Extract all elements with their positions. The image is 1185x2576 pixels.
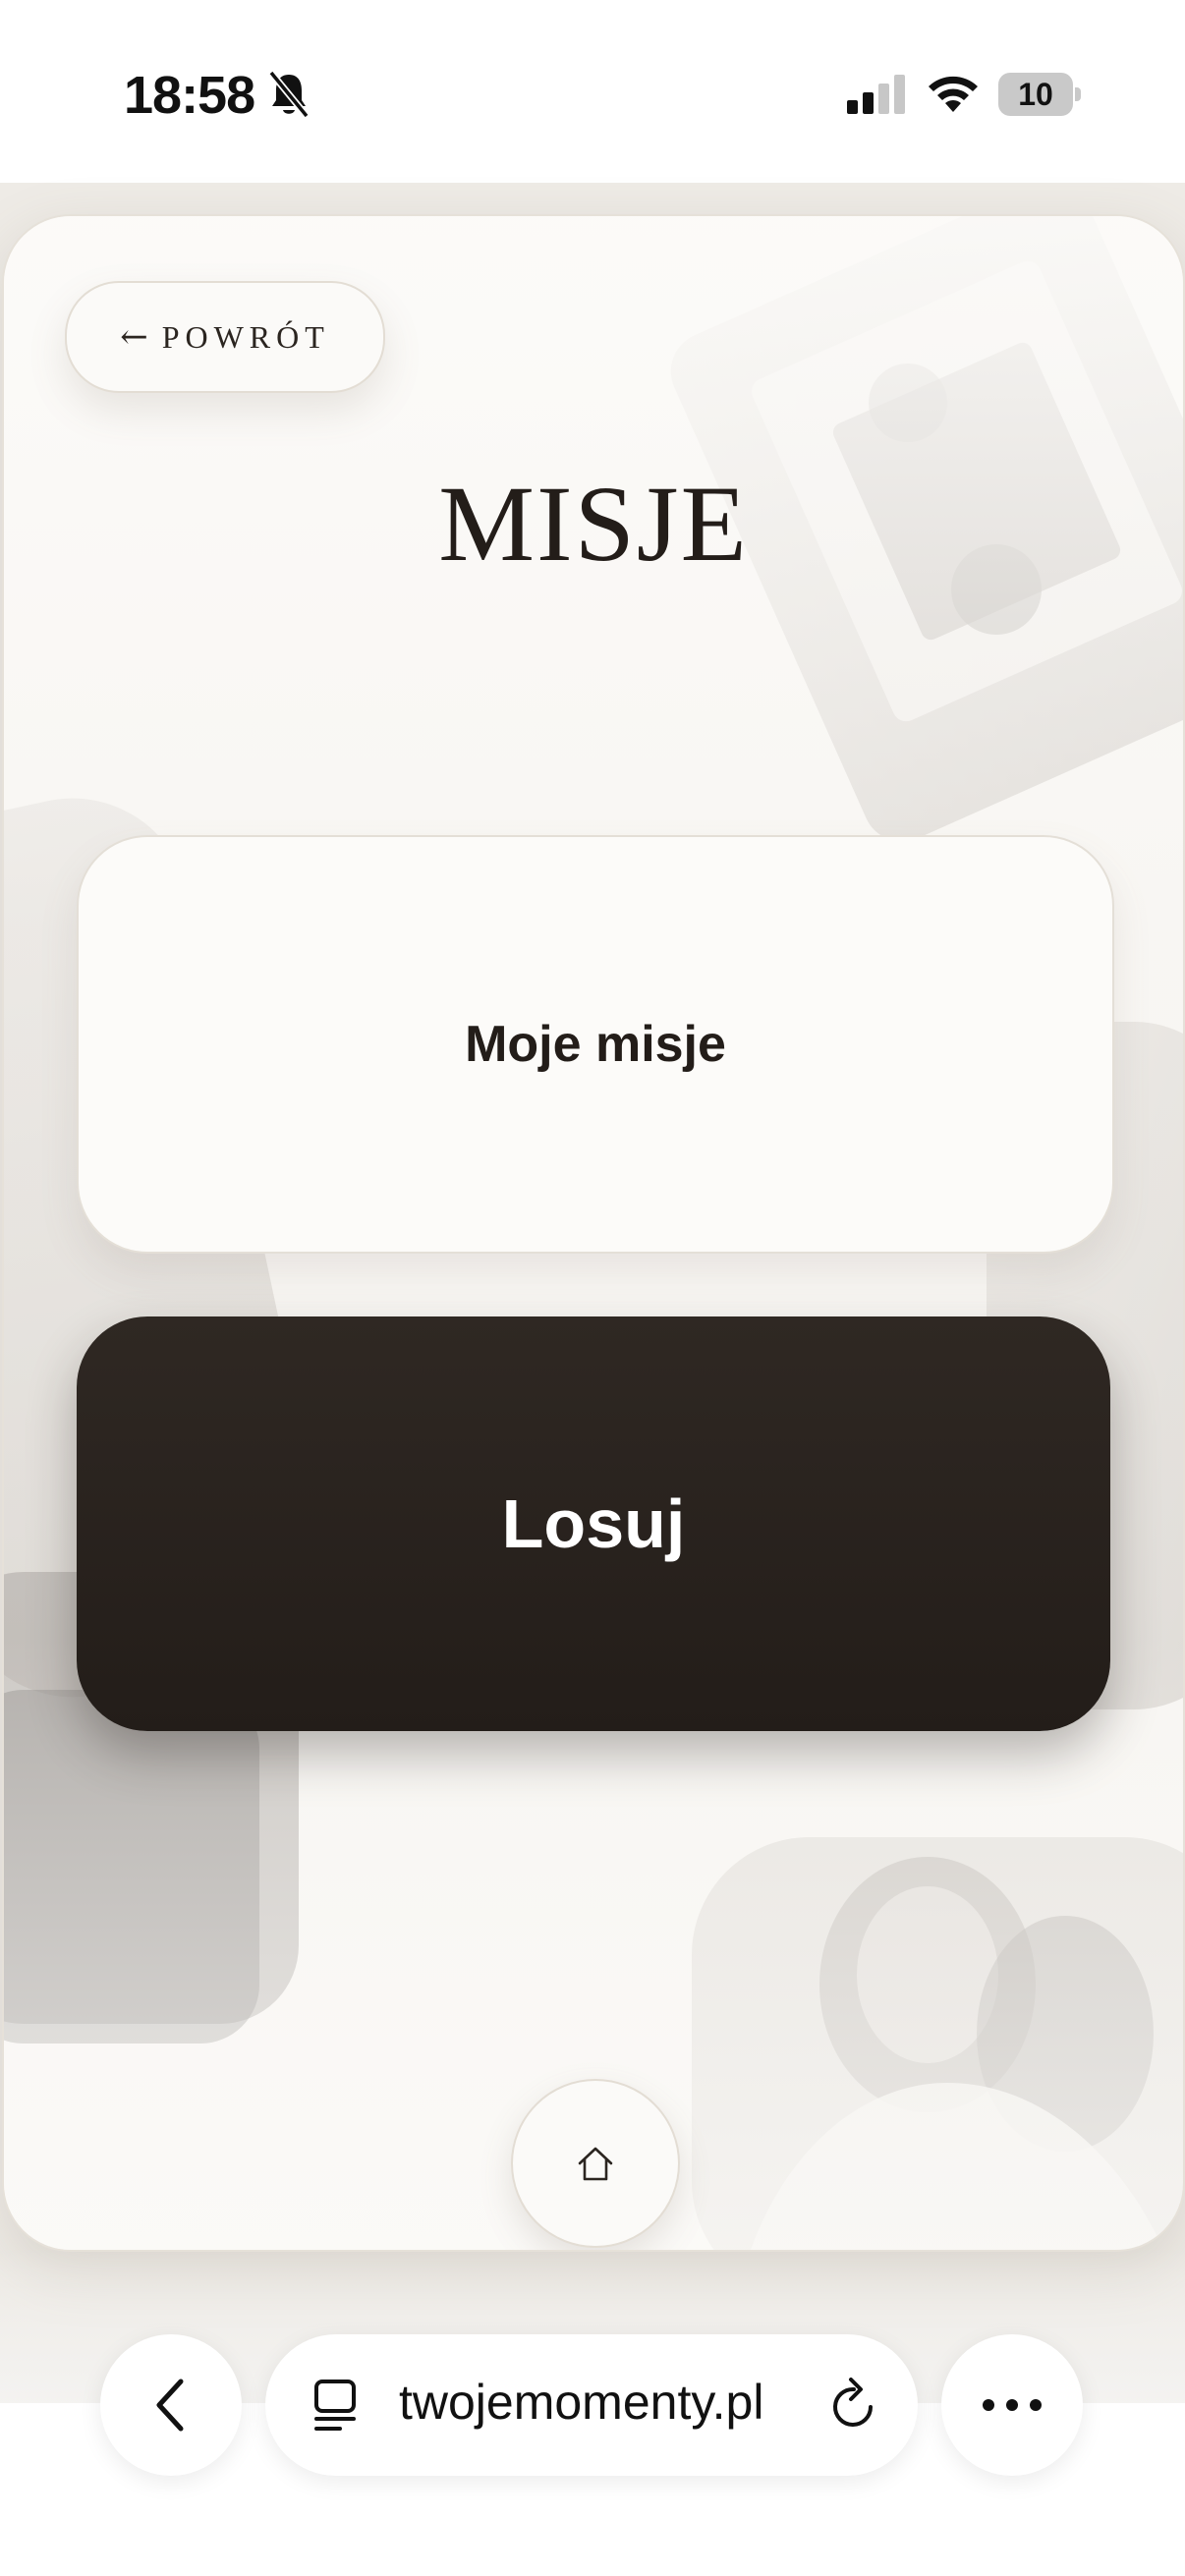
wifi-icon [929, 76, 978, 112]
address-bar[interactable]: twojemomenty.pl [265, 2334, 918, 2476]
my-missions-button[interactable]: Moje misje [77, 835, 1114, 1254]
status-bar: 18:58 10 [0, 0, 1185, 183]
house-icon [578, 2147, 613, 2181]
more-button[interactable] [941, 2334, 1083, 2476]
my-missions-label: Moje misje [465, 1016, 726, 1073]
status-time: 18:58 [124, 66, 255, 125]
chevron-left-icon [156, 2379, 184, 2432]
cellular-signal-icon [847, 75, 905, 114]
battery-percentage: 10 [1018, 77, 1053, 112]
battery-icon: 10 [998, 73, 1081, 116]
back-button-label: POWRÓT [161, 318, 330, 355]
draw-button[interactable]: Losuj [77, 1316, 1110, 1731]
more-icon [983, 2399, 994, 2411]
bell-slash-icon [268, 70, 310, 119]
browser-back-button[interactable] [100, 2334, 242, 2476]
back-button[interactable]: ← POWRÓT [65, 281, 385, 393]
url-text: twojemomenty.pl [399, 2375, 764, 2430]
tabs-icon [314, 2380, 356, 2431]
reload-icon[interactable] [827, 2378, 880, 2433]
missions-card: ← POWRÓT MISJE Moje misje Losuj [2, 214, 1185, 2252]
home-button[interactable] [511, 2079, 680, 2248]
page-title: MISJE [438, 464, 749, 584]
arrow-left-icon: ← [120, 317, 148, 357]
draw-label: Losuj [501, 1485, 686, 1562]
